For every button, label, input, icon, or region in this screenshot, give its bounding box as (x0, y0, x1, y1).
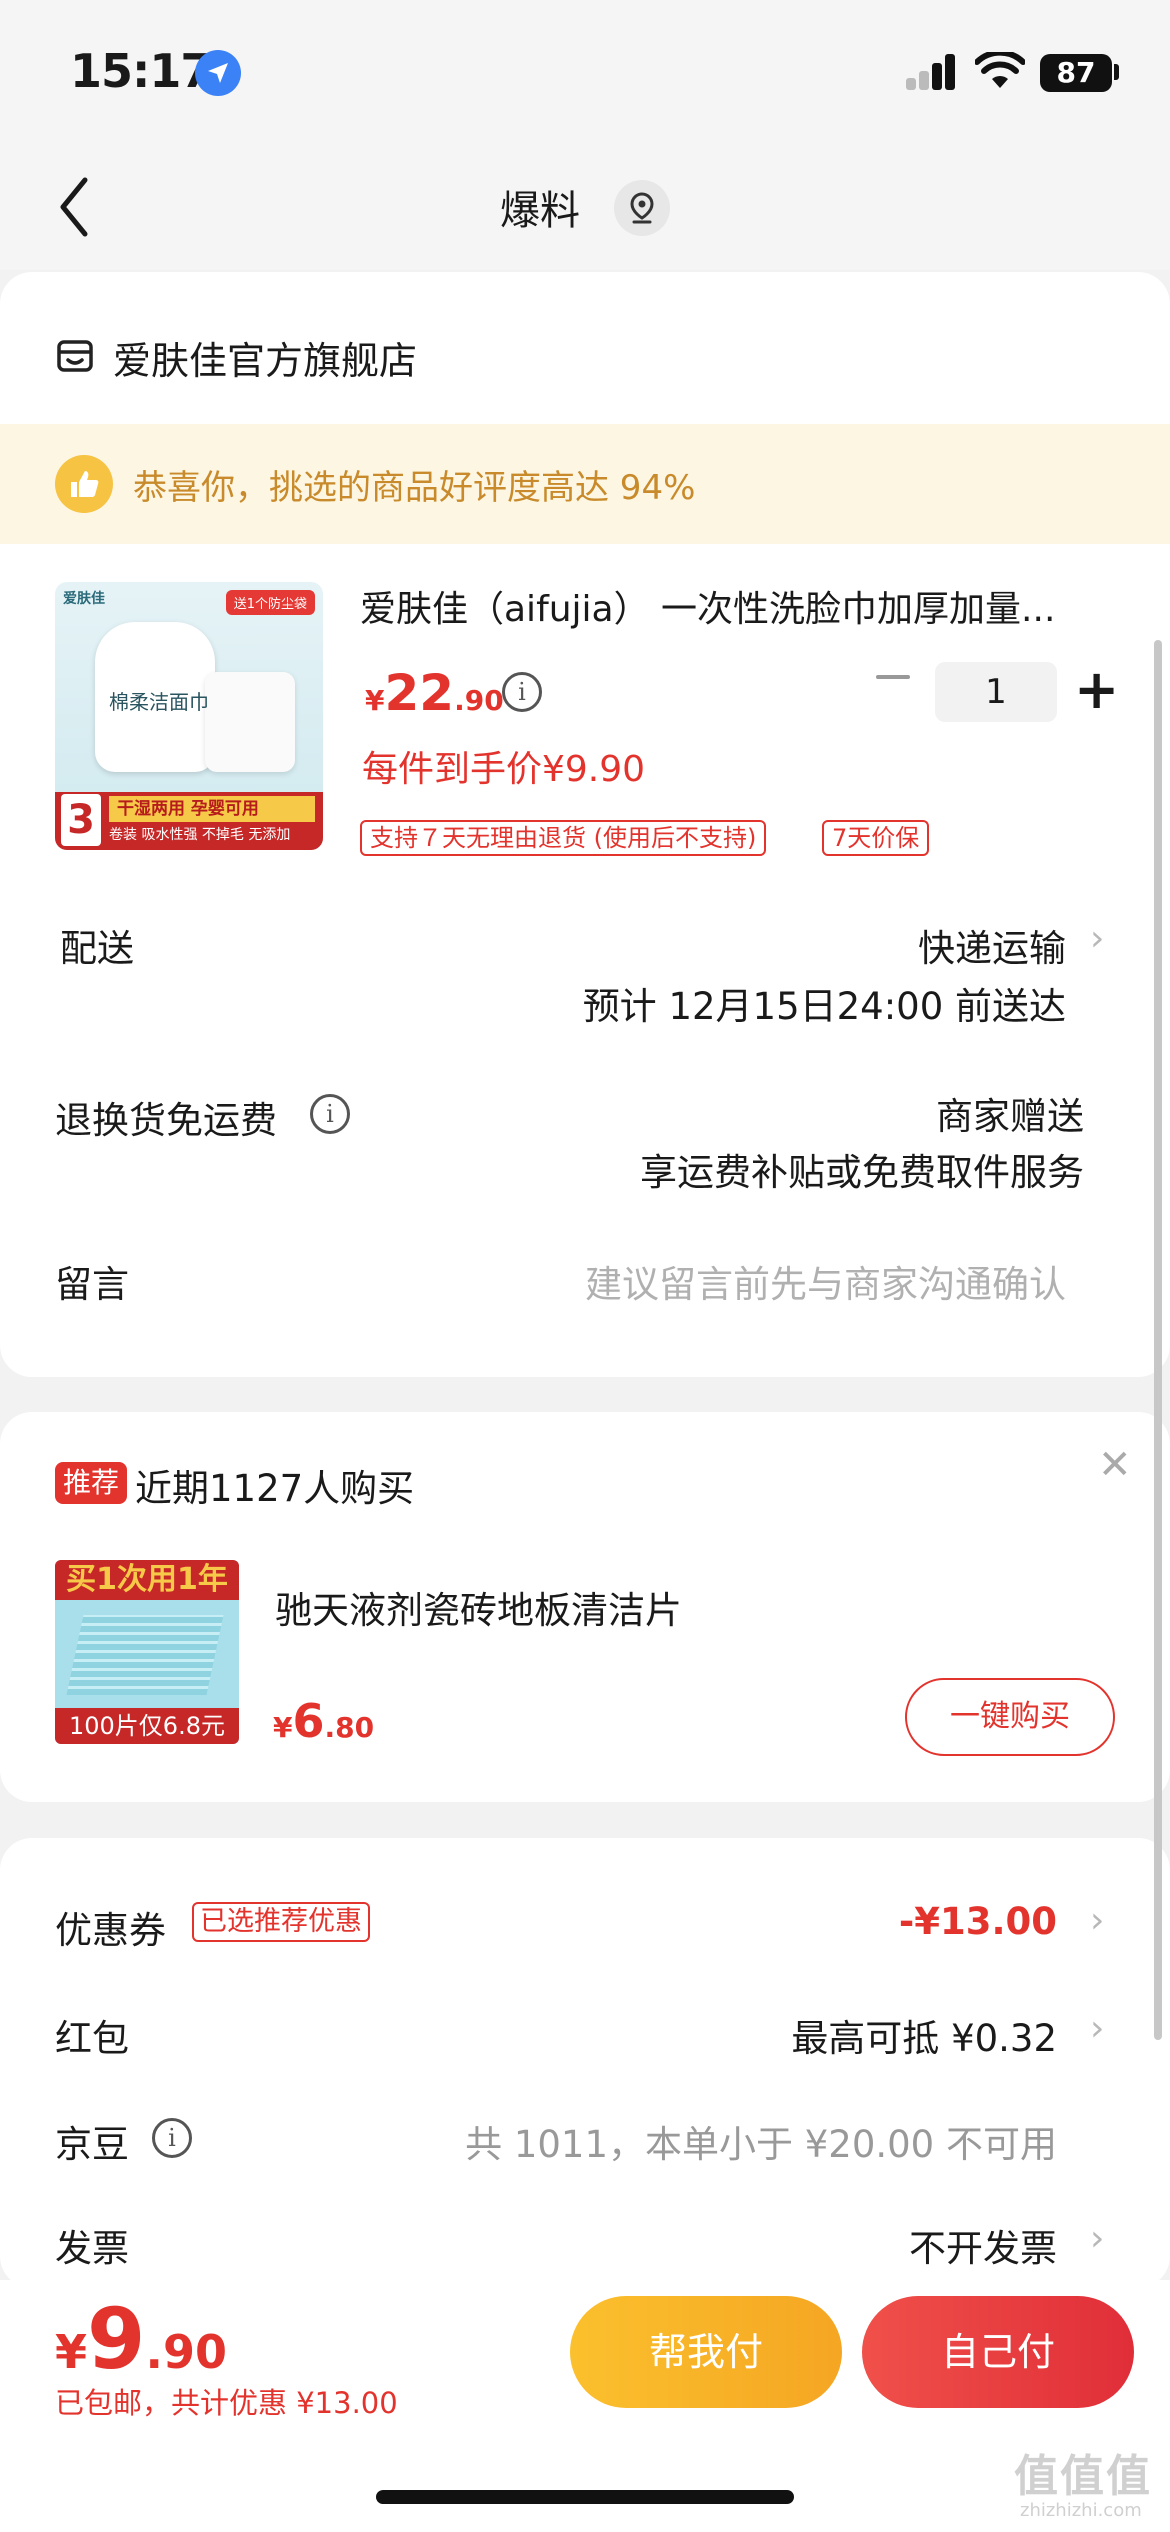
invoice-chevron-icon[interactable]: › (1090, 2218, 1104, 2259)
recommend-badge: 推荐 (55, 1462, 128, 1504)
one-click-buy-button[interactable]: 一键购买 (905, 1678, 1115, 1756)
status-time: 15:17 (70, 44, 212, 98)
help-pay-button[interactable]: 帮我付 (570, 2296, 842, 2408)
total-decimal: .90 (145, 2325, 227, 2379)
delivery-label: 配送 (60, 927, 134, 970)
product-image-subfeature: 卷装 吸水性强 不掉毛 无添加 (109, 827, 291, 843)
recommend-image-stack (66, 1615, 224, 1695)
self-pay-button[interactable]: 自己付 (862, 2296, 1134, 2408)
product-image-ribbon: 送1个防尘袋 (225, 590, 315, 615)
product-image-count: 3 (61, 794, 101, 846)
quantity-plus-button[interactable]: + (1074, 660, 1119, 720)
shop-name: 爱肤佳官方旗舰店 (113, 339, 418, 383)
battery-cap (1114, 64, 1119, 80)
total-subtext: 已包邮，共计优惠 ¥13.00 (55, 2386, 398, 2420)
product-price: ¥22.90 (365, 664, 504, 722)
return-policy-tag: 支持７天无理由退货 (使用后不支持) (360, 820, 767, 856)
recommend-price-integer: 6 (292, 1694, 325, 1748)
shop-row[interactable]: 爱肤佳官方旗舰店 (55, 330, 417, 385)
product-image[interactable]: 爱肤佳 送1个防尘袋 棉柔洁面巾 3 干湿两用 孕婴可用 卷装 吸水性强 不掉毛… (55, 582, 323, 850)
delivery-chevron-icon[interactable]: › (1090, 918, 1104, 959)
rating-banner: 恭喜你，挑选的商品好评度高达 94% (0, 424, 1170, 544)
recommend-price-decimal: .80 (324, 1711, 375, 1744)
quantity-input[interactable]: 1 (935, 662, 1057, 722)
price-protect-tag: 7天价保 (822, 820, 930, 856)
battery-level: 87 (1040, 54, 1112, 92)
product-image-feature: 干湿两用 孕婴可用 (109, 796, 315, 822)
message-label: 留言 (55, 1263, 129, 1306)
product-image-roll (205, 672, 295, 772)
red-packet-chevron-icon[interactable]: › (1090, 2008, 1104, 2049)
scrollbar[interactable] (1154, 640, 1162, 2040)
watermark-logo: 值值值 (1014, 2451, 1152, 2502)
recommend-price: ¥6.80 (273, 1694, 374, 1748)
home-indicator[interactable] (376, 2490, 794, 2504)
product-title[interactable]: 爱肤佳（aifujia） 一次性洗脸巾加厚加量... (360, 580, 1120, 632)
coupon-value[interactable]: -¥13.00 (899, 1900, 1057, 1943)
message-input[interactable]: 建议留言前先与商家沟通确认 (585, 1254, 1066, 1308)
coupon-chevron-icon[interactable]: › (1090, 1900, 1104, 1941)
unit-price: 每件到手价¥9.90 (362, 749, 646, 790)
recommend-product-image[interactable]: 买1次用1年 100片仅6.8元 (55, 1560, 239, 1744)
invoice-label: 发票 (55, 2227, 129, 2270)
recommend-image-bottom-text: 100片仅6.8元 (55, 1708, 239, 1744)
return-shipping-line2: 享运费补贴或免费取件服务 (640, 1151, 1084, 1194)
rating-text: 恭喜你，挑选的商品好评度高达 94% (133, 467, 696, 508)
recommend-text: 近期1127人购买 (135, 1467, 415, 1510)
total-integer: 9 (87, 2290, 146, 2388)
delivery-method[interactable]: 快递运输 (918, 918, 1066, 972)
return-shipping-info-icon[interactable]: i (310, 1094, 350, 1134)
price-decimal: .90 (454, 684, 504, 717)
red-packet-label: 红包 (55, 2017, 129, 2060)
location-pin-icon[interactable] (614, 180, 670, 236)
total-symbol: ¥ (55, 2325, 88, 2379)
order-card: 爱肤佳官方旗舰店 恭喜你，挑选的商品好评度高达 94% 爱肤佳 送1个防尘袋 棉… (0, 272, 1170, 1377)
watermark-url: zhizhizhi.com (1020, 2500, 1142, 2521)
return-shipping-line1: 商家赠送 (936, 1095, 1084, 1138)
close-icon[interactable]: ✕ (1098, 1442, 1132, 1488)
coupon-tag: 已选推荐优惠 (192, 1902, 370, 1942)
summary-card: 优惠券 已选推荐优惠 -¥13.00 › 红包 最高可抵 ¥0.32 › 京豆 … (0, 1838, 1170, 2288)
red-packet-value[interactable]: 最高可抵 ¥0.32 (791, 2008, 1057, 2062)
price-integer: 22 (384, 664, 455, 722)
jingdou-label: 京豆 (55, 2123, 129, 2166)
recommend-product-name[interactable]: 驰天液剂瓷砖地板清洁片 (275, 1580, 682, 1634)
jingdou-info-icon[interactable]: i (152, 2118, 192, 2158)
status-bar: 15:17 87 (0, 0, 1170, 150)
product-image-title: 棉柔洁面巾 (109, 690, 209, 714)
thumbs-up-icon (55, 455, 113, 513)
cellular-signal-icon (906, 54, 956, 90)
recommend-image-top-text: 买1次用1年 (55, 1560, 239, 1600)
nav-bar: 爆料 (0, 150, 1170, 270)
return-shipping-label: 退换货免运费 (55, 1099, 277, 1142)
jingdou-value: 共 1011，本单小于 ¥20.00 不可用 (465, 2123, 1057, 2166)
checkout-bar: ¥9.90 已包邮，共计优惠 ¥13.00 帮我付 自己付 (0, 2280, 1170, 2532)
price-symbol: ¥ (365, 684, 385, 717)
wifi-icon (974, 49, 1026, 94)
price-info-icon[interactable]: i (502, 672, 542, 712)
location-arrow-icon (195, 50, 241, 96)
quantity-minus-button[interactable] (876, 675, 910, 679)
store-icon (55, 336, 95, 380)
coupon-label: 优惠券 (55, 1909, 166, 1952)
recommend-card: 推荐 近期1127人购买 ✕ 买1次用1年 100片仅6.8元 驰天液剂瓷砖地板… (0, 1412, 1170, 1802)
invoice-value[interactable]: 不开发票 (909, 2218, 1057, 2272)
total-price: ¥9.90 (55, 2290, 227, 2388)
recommend-price-symbol: ¥ (273, 1711, 293, 1744)
back-chevron-icon[interactable] (55, 172, 95, 246)
page-title: 爆料 (500, 188, 580, 234)
delivery-eta: 预计 12月15日24:00 前送达 (582, 985, 1066, 1028)
product-image-brand: 爱肤佳 (63, 591, 105, 607)
